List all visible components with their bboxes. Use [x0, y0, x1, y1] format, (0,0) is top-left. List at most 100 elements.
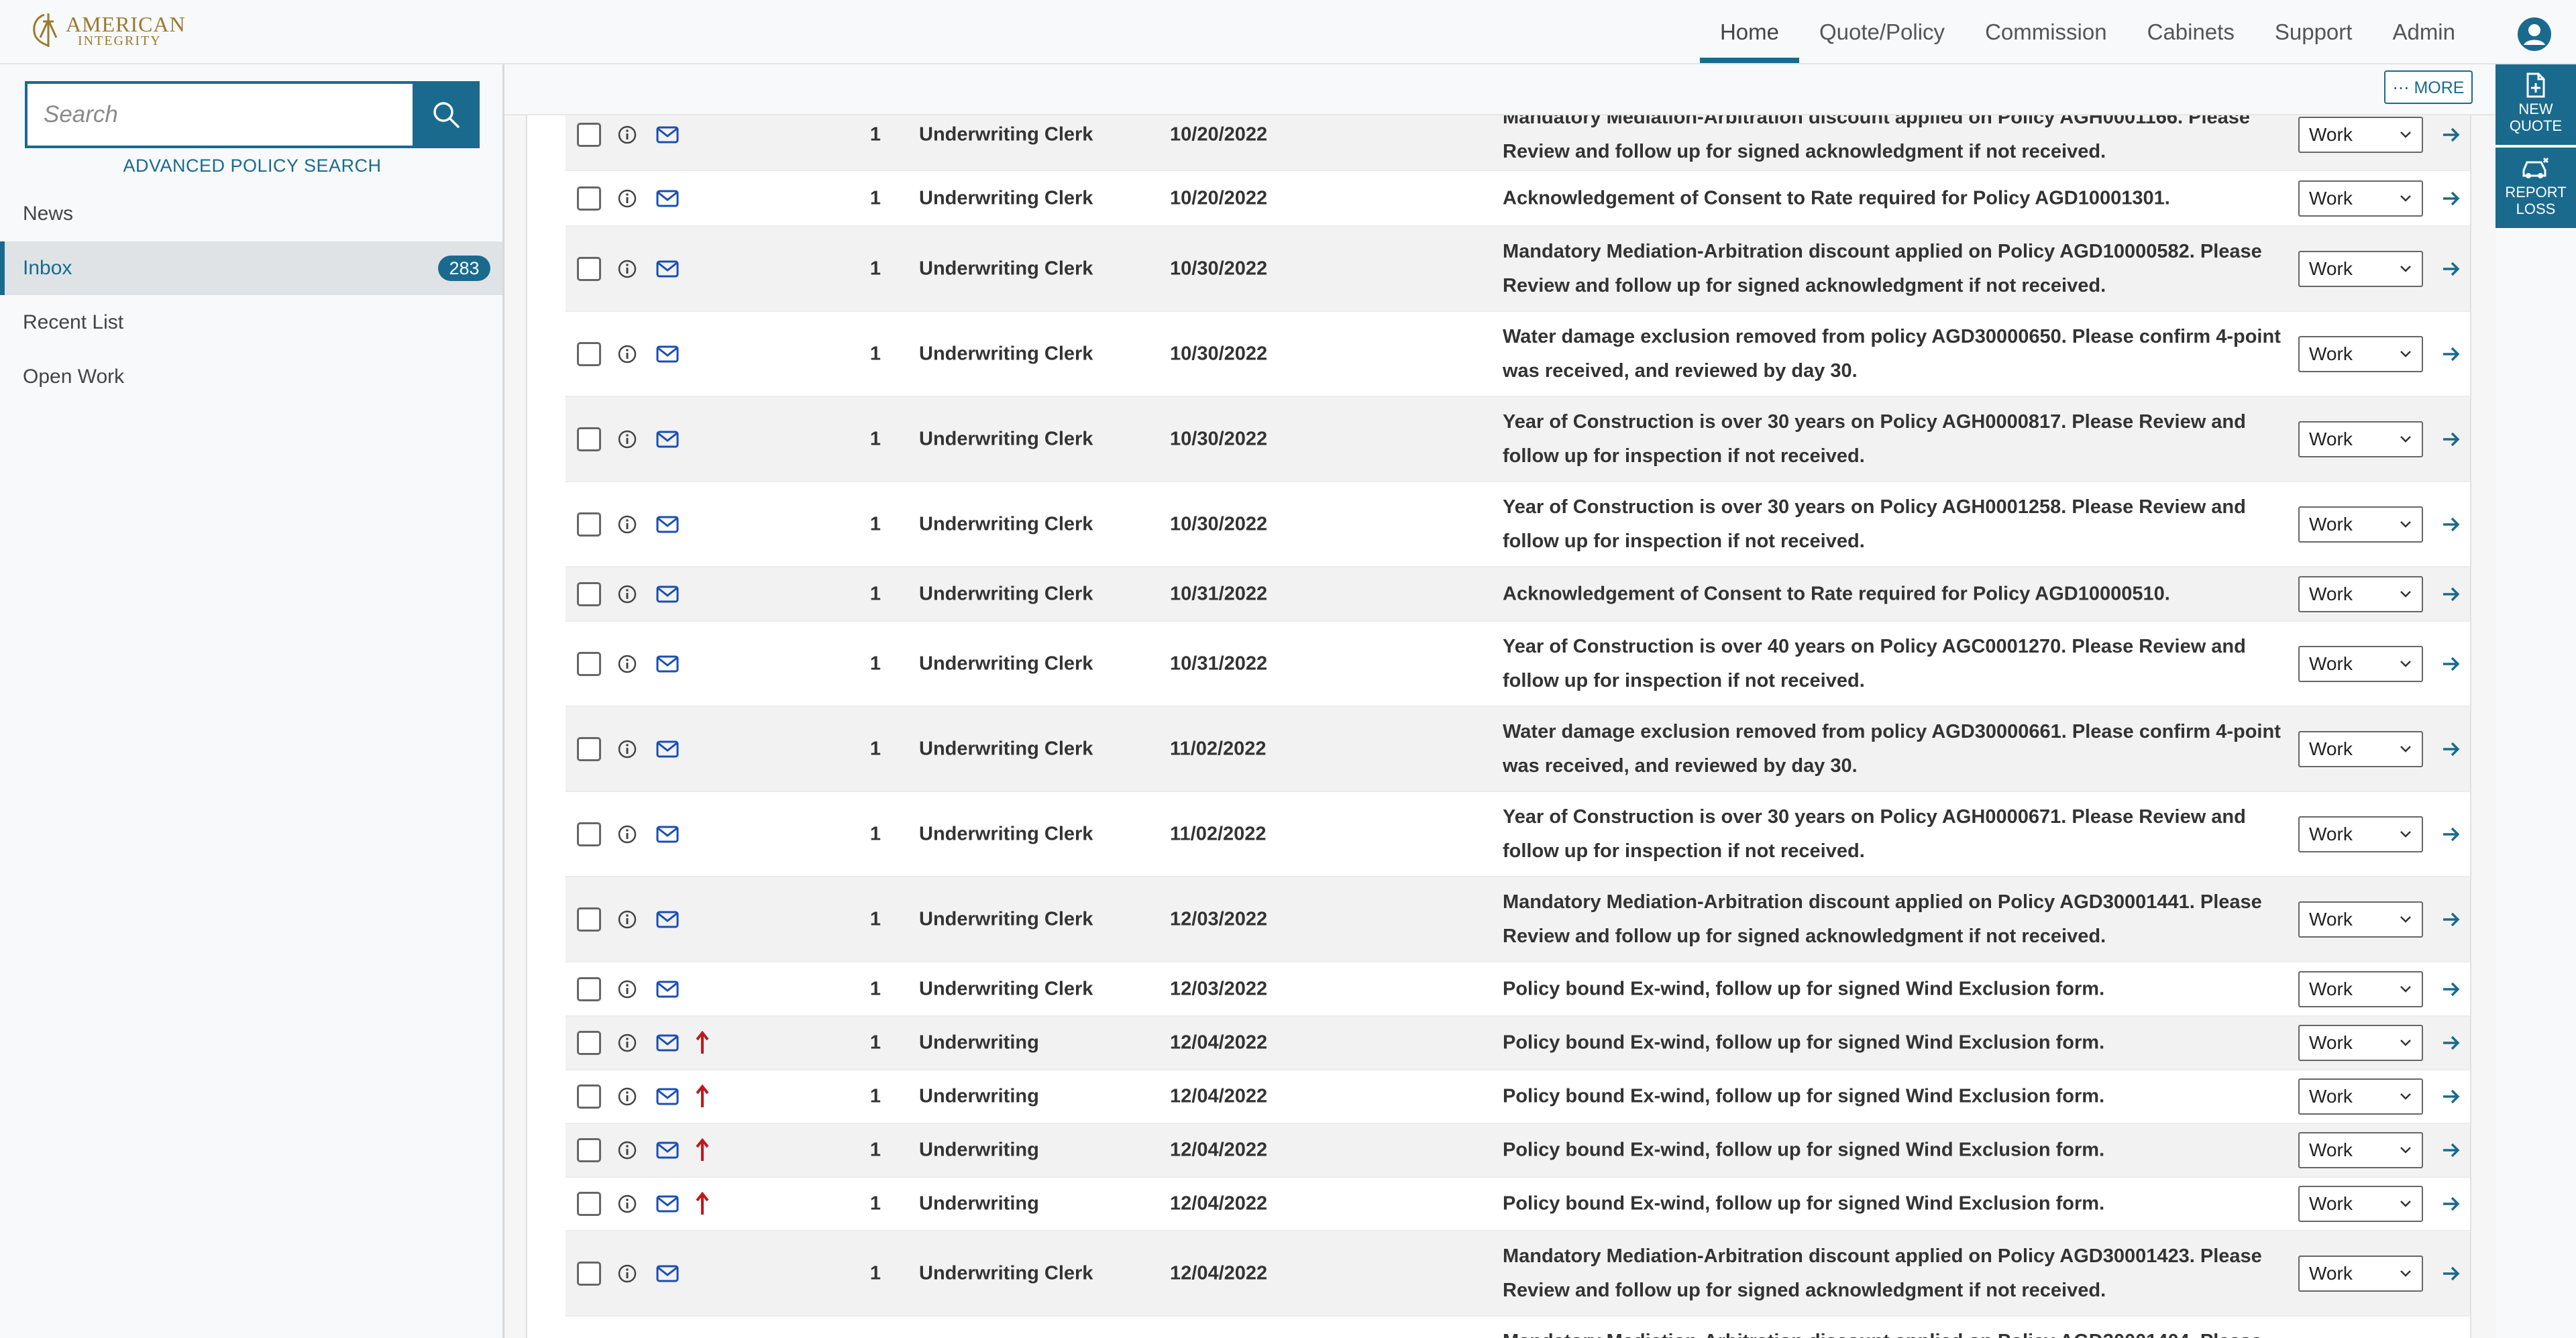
search-button[interactable]	[413, 81, 480, 148]
sidebar-item-open-work[interactable]: Open Work	[0, 350, 502, 404]
row-checkbox[interactable]	[577, 1192, 601, 1216]
row-checkbox[interactable]	[577, 581, 601, 606]
open-item-arrow-icon[interactable]	[2441, 1194, 2461, 1214]
nav-quote-policy[interactable]: Quote/Policy	[1799, 0, 1965, 63]
open-item-arrow-icon[interactable]	[2441, 259, 2461, 279]
info-icon[interactable]	[617, 259, 637, 279]
american-integrity-logo[interactable]: AMERICAN INTEGRITY	[24, 7, 185, 54]
info-icon[interactable]	[617, 1194, 637, 1214]
open-item-arrow-icon[interactable]	[2441, 514, 2461, 535]
work-action-select[interactable]: Work	[2298, 575, 2423, 612]
work-action-select[interactable]: Work	[2298, 506, 2423, 543]
table-row[interactable]: 1 Underwriting Clerk 10/30/2022 Year of Con…	[566, 482, 2470, 567]
info-icon[interactable]	[617, 429, 637, 449]
row-checkbox[interactable]	[577, 512, 601, 537]
work-action-select[interactable]: Work	[2298, 901, 2423, 938]
row-checkbox[interactable]	[577, 122, 601, 147]
info-icon[interactable]	[617, 824, 637, 844]
open-item-arrow-icon[interactable]	[2441, 824, 2461, 844]
envelope-icon[interactable]	[656, 980, 679, 999]
info-icon[interactable]	[617, 584, 637, 604]
row-checkbox[interactable]	[577, 186, 601, 211]
table-row[interactable]: 1 Underwriting 12/04/2022 Policy bound Ex-w…	[566, 1017, 2470, 1070]
table-row[interactable]: 1 Underwriting 12/04/2022 Policy bound Ex-w…	[566, 1124, 2470, 1178]
user-account-icon[interactable]	[2517, 17, 2552, 52]
work-action-select[interactable]: Work	[2298, 645, 2423, 682]
table-row[interactable]: 1 Underwriting Clerk 10/20/2022 Acknowledge…	[566, 171, 2470, 227]
work-action-select[interactable]: Work	[2298, 816, 2423, 852]
row-checkbox[interactable]	[577, 1138, 601, 1162]
work-action-select[interactable]: Work	[2298, 1255, 2423, 1292]
nav-home[interactable]: Home	[1699, 0, 1799, 63]
nav-support[interactable]: Support	[2255, 0, 2373, 63]
row-checkbox[interactable]	[577, 822, 601, 846]
open-item-arrow-icon[interactable]	[2441, 125, 2461, 145]
table-row[interactable]: 1 Underwriting Clerk 11/02/2022 Year of Con…	[566, 792, 2470, 877]
info-icon[interactable]	[617, 188, 637, 209]
work-action-select[interactable]: Work	[2298, 730, 2423, 767]
info-icon[interactable]	[617, 1033, 637, 1053]
row-checkbox[interactable]	[577, 977, 601, 1001]
work-action-select[interactable]: Work	[2298, 116, 2423, 153]
envelope-icon[interactable]	[656, 1264, 679, 1283]
new-quote-button[interactable]: NEW QUOTE	[2496, 64, 2576, 145]
open-item-arrow-icon[interactable]	[2441, 979, 2461, 999]
work-action-select[interactable]: Work	[2298, 1078, 2423, 1115]
info-icon[interactable]	[617, 1140, 637, 1160]
work-action-select[interactable]: Work	[2298, 421, 2423, 457]
table-row[interactable]: 1 Underwriting Clerk 10/31/2022 Acknowledge…	[566, 567, 2470, 622]
table-row[interactable]: 1 Underwriting Clerk 10/30/2022 Mandatory M…	[566, 227, 2470, 312]
info-icon[interactable]	[617, 1264, 637, 1284]
work-action-select[interactable]: Work	[2298, 1025, 2423, 1061]
row-checkbox[interactable]	[577, 736, 601, 761]
sidebar-item-news[interactable]: News	[0, 187, 502, 241]
info-icon[interactable]	[617, 654, 637, 674]
sidebar-item-inbox[interactable]: Inbox 283	[0, 241, 502, 295]
envelope-icon[interactable]	[656, 825, 679, 844]
info-icon[interactable]	[617, 125, 637, 145]
info-icon[interactable]	[617, 514, 637, 535]
table-row[interactable]: 1 Underwriting Clerk 12/03/2022 Mandatory M…	[566, 877, 2470, 962]
table-row[interactable]: 1 Underwriting 12/04/2022 Policy bound Ex-w…	[566, 1178, 2470, 1231]
open-item-arrow-icon[interactable]	[2441, 909, 2461, 930]
work-action-select[interactable]: Work	[2298, 250, 2423, 287]
row-checkbox[interactable]	[577, 1031, 601, 1055]
search-input[interactable]	[25, 81, 413, 148]
nav-cabinets[interactable]: Cabinets	[2127, 0, 2255, 63]
row-checkbox[interactable]	[577, 256, 601, 281]
work-action-select[interactable]: Work	[2298, 1132, 2423, 1168]
work-action-select[interactable]: Work	[2298, 335, 2423, 372]
envelope-icon[interactable]	[656, 1087, 679, 1106]
info-icon[interactable]	[617, 344, 637, 364]
table-row[interactable]: 1 Underwriting Clerk 10/30/2022 Year of Con…	[566, 397, 2470, 482]
envelope-icon[interactable]	[656, 345, 679, 364]
envelope-icon[interactable]	[656, 1034, 679, 1052]
row-checkbox[interactable]	[577, 341, 601, 366]
open-item-arrow-icon[interactable]	[2441, 584, 2461, 604]
table-row[interactable]: Mandatory Mediation-Arbitration discount…	[566, 1317, 2470, 1338]
advanced-policy-search-link[interactable]: ADVANCED POLICY SEARCH	[25, 156, 480, 176]
open-item-arrow-icon[interactable]	[2441, 739, 2461, 759]
envelope-icon[interactable]	[656, 189, 679, 208]
info-icon[interactable]	[617, 1086, 637, 1107]
open-item-arrow-icon[interactable]	[2441, 1086, 2461, 1107]
sidebar-item-recent-list[interactable]: Recent List	[0, 296, 502, 349]
report-loss-button[interactable]: REPORT LOSS	[2496, 148, 2576, 228]
work-action-select[interactable]: Work	[2298, 970, 2423, 1007]
table-row[interactable]: 1 Underwriting Clerk 12/03/2022 Policy boun…	[566, 962, 2470, 1017]
info-icon[interactable]	[617, 909, 637, 930]
open-item-arrow-icon[interactable]	[2441, 344, 2461, 364]
table-row[interactable]: 1 Underwriting Clerk 10/20/2022 Mandatory M…	[566, 115, 2470, 171]
envelope-icon[interactable]	[656, 585, 679, 604]
envelope-icon[interactable]	[656, 1194, 679, 1213]
row-checkbox[interactable]	[577, 651, 601, 676]
table-row[interactable]: 1 Underwriting Clerk 12/04/2022 Mandatory M…	[566, 1231, 2470, 1317]
envelope-icon[interactable]	[656, 260, 679, 278]
open-item-arrow-icon[interactable]	[2441, 1140, 2461, 1160]
info-icon[interactable]	[617, 979, 637, 999]
nav-admin[interactable]: Admin	[2372, 0, 2475, 63]
open-item-arrow-icon[interactable]	[2441, 429, 2461, 449]
work-action-select[interactable]: Work	[2298, 1186, 2423, 1222]
row-checkbox[interactable]	[577, 1084, 601, 1109]
row-checkbox[interactable]	[577, 1261, 601, 1286]
